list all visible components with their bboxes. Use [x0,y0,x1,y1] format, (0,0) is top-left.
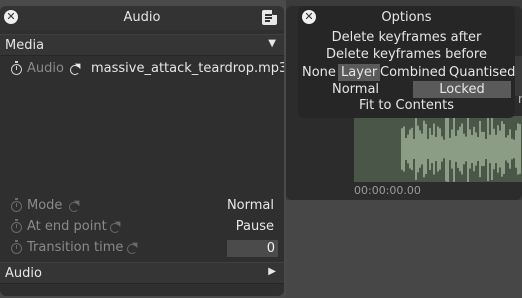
chevron-right-icon: ▶ [268,266,276,277]
notes-icon[interactable] [262,9,278,25]
timeline-marker-text: m [518,92,522,106]
blend-mode-quantised[interactable]: Quantised [449,64,515,81]
stopwatch-icon[interactable] [11,240,22,254]
timeline-timecode: 00:00:00.00 [354,184,421,197]
menu-item-fit-to-contents[interactable]: Fit to Contents [298,98,515,113]
stopwatch-icon[interactable] [11,198,22,212]
audio-source-label: Audio [27,61,64,76]
blend-mode-selector: None Layer Combined Quantised [298,64,515,81]
audio-source-row: Audio massive_attack_teardrop.mp3 [0,60,284,80]
section-header-audio[interactable]: Audio ▶ [0,262,284,284]
stopwatch-icon[interactable] [11,219,22,233]
audio-filename[interactable]: massive_attack_teardrop.mp3 [91,61,284,76]
audio-panel-titlebar[interactable]: ✕ Audio [0,6,284,30]
property-row-end-point: At end point Pause [0,218,284,238]
stopwatch-icon[interactable] [11,61,22,75]
reset-icon[interactable] [69,202,79,212]
menu-item-delete-before[interactable]: Delete keyframes before [298,47,515,62]
blend-mode-combined[interactable]: Combined [380,64,446,81]
lock-mode-locked[interactable]: Locked [413,81,511,98]
viewport-floor [286,200,522,298]
options-title: Options [381,10,432,25]
section-header-media[interactable]: Media ▼ [0,34,284,56]
property-row-mode: Mode Normal [0,197,284,217]
property-label-end-point: At end point [27,219,107,234]
options-popup: ✕ Options Delete keyframes after Delete … [298,6,515,118]
menu-item-delete-after[interactable]: Delete keyframes after [298,30,515,45]
reset-icon[interactable] [70,65,80,75]
property-row-transition-time: Transition time 0 [0,239,284,259]
chevron-down-icon: ▼ [268,38,276,49]
audio-waveform[interactable] [354,116,522,182]
lock-mode-selector: Normal Locked [298,81,515,98]
property-label-mode: Mode [27,198,63,213]
property-value-mode[interactable]: Normal [227,198,274,213]
section-label-audio: Audio [5,266,42,281]
panel-title: Audio [123,10,161,25]
blend-mode-layer[interactable]: Layer [338,64,381,81]
audio-panel: ✕ Audio Media ▼ Audio massive_attack_tea… [0,6,284,296]
waveform-graphic [401,116,521,182]
property-value-end-point[interactable]: Pause [236,219,274,234]
section-label-media: Media [5,38,45,53]
blend-mode-none[interactable]: None [302,64,336,81]
reset-icon[interactable] [127,244,137,254]
reset-icon[interactable] [110,223,120,233]
property-label-transition-time: Transition time [27,240,124,255]
lock-mode-normal[interactable]: Normal [332,81,379,98]
transition-time-field[interactable]: 0 [227,240,278,257]
